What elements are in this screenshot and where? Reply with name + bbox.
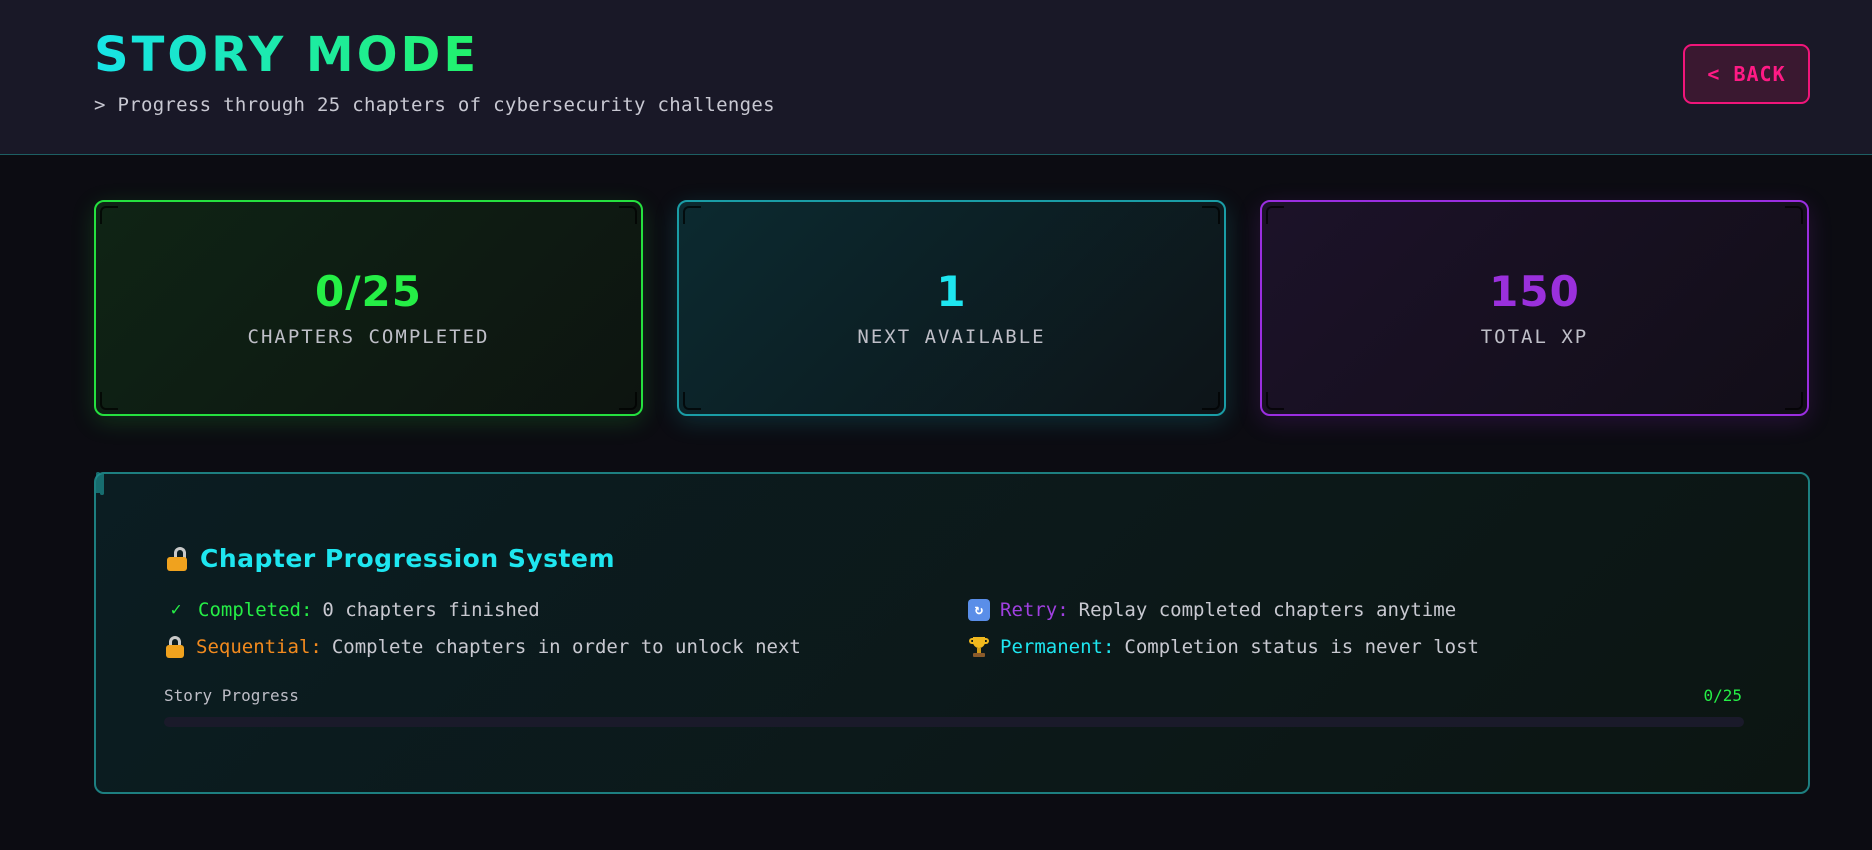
page-subtitle: > Progress through 25 chapters of cybers… (94, 94, 775, 116)
stat-card-total-xp: 150 TOTAL XP (1260, 200, 1809, 416)
feature-key: Completed: (198, 599, 313, 621)
stat-card-next-available: 1 NEXT AVAILABLE (677, 200, 1226, 416)
stat-label: TOTAL XP (1480, 326, 1589, 348)
page-title: STORY MODE (94, 27, 480, 83)
lock-icon (164, 636, 186, 658)
stat-value: 1 (936, 267, 967, 316)
progress-label: Story Progress (164, 686, 299, 705)
retry-icon: ↻ (968, 599, 990, 621)
feature-list: ✓ Completed: 0 chapters finished ↻ Retry… (164, 598, 1744, 658)
feature-sequential: Sequential: Complete chapters in order t… (164, 636, 968, 658)
feature-completed: ✓ Completed: 0 chapters finished (164, 598, 968, 622)
feature-key: Sequential: (196, 636, 322, 658)
progress-count: 0/25 (1703, 686, 1742, 705)
header: STORY MODE > Progress through 25 chapter… (0, 0, 1872, 155)
stat-label: NEXT AVAILABLE (857, 326, 1046, 348)
feature-key: Retry: (1000, 599, 1069, 621)
chapter-progression-panel: Chapter Progression System ✓ Completed: … (94, 472, 1810, 794)
stat-label: CHAPTERS COMPLETED (247, 326, 490, 348)
feature-permanent: Permanent: Completion status is never lo… (968, 636, 1744, 658)
feature-text: Completion status is never lost (1124, 636, 1479, 658)
stat-value: 0/25 (314, 267, 422, 316)
feature-retry: ↻ Retry: Replay completed chapters anyti… (968, 598, 1744, 622)
checkmark-icon: ✓ (170, 599, 182, 620)
panel-title: Chapter Progression System (200, 544, 616, 573)
stat-value: 150 (1489, 267, 1580, 316)
feature-text: 0 chapters finished (322, 599, 540, 621)
feature-text: Replay completed chapters anytime (1078, 599, 1457, 621)
lock-open-icon (166, 546, 190, 571)
panel-heading: Chapter Progression System (166, 544, 615, 573)
feature-key: Permanent: (1000, 636, 1115, 658)
story-progress-bar (164, 717, 1744, 727)
feature-text: Complete chapters in order to unlock nex… (331, 636, 801, 658)
back-button[interactable]: < BACK (1683, 44, 1810, 104)
stat-card-chapters-completed: 0/25 CHAPTERS COMPLETED (94, 200, 643, 416)
trophy-icon (968, 636, 990, 658)
